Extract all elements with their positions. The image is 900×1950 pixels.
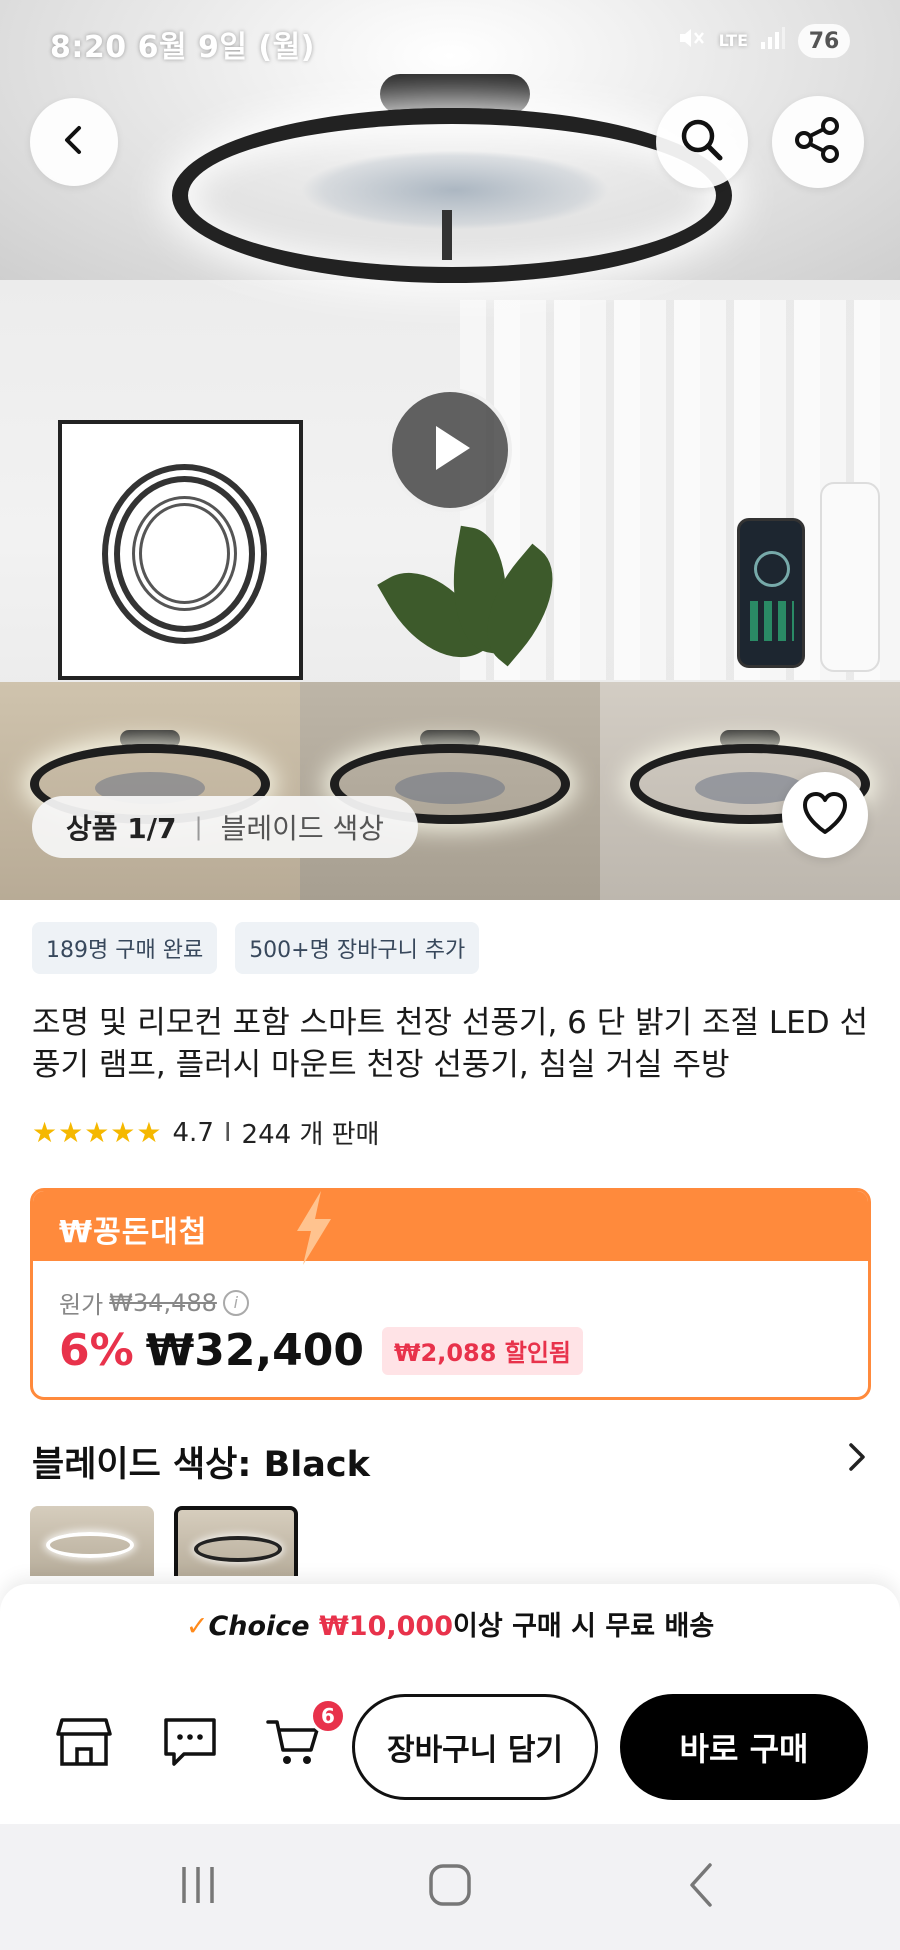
chat-button[interactable] (158, 1712, 222, 1776)
fan-rod (442, 210, 452, 260)
deal-header: ₩꽁돈대첩 (33, 1191, 868, 1265)
store-button[interactable] (52, 1712, 116, 1776)
recent-apps-icon (176, 1863, 220, 1911)
discount-percent: 6% (59, 1325, 134, 1376)
sold-count: 244 개 판매 (241, 1120, 380, 1150)
original-price-row: 원가 ₩34,488 i (59, 1285, 249, 1320)
swatch-black-selected[interactable] (174, 1506, 298, 1576)
play-video-button[interactable] (388, 388, 512, 512)
sale-price: ₩32,400 (145, 1325, 365, 1376)
status-time: 8:20 6월 9일 (월) (50, 30, 315, 65)
share-icon (792, 114, 844, 170)
play-icon (424, 420, 476, 480)
search-icon (677, 115, 727, 169)
cart-count-badge: 6 (310, 1698, 346, 1734)
gallery-option-label: 블레이드 색상 (220, 812, 385, 845)
cart-add-count-badge: 500+명 장바구니 추가 (235, 922, 480, 974)
chevron-right-icon (846, 1441, 868, 1482)
purchase-bottom-sheet: ✓Choice ₩10,000이상 구매 시 무료 배송 6 장바구니 담기 바… (0, 1584, 900, 1824)
option-selector-row[interactable]: 블레이드 색상: Black (32, 1436, 868, 1487)
swatch-white[interactable] (30, 1506, 154, 1576)
wall-art-frame (58, 420, 303, 680)
price-row: 6% ₩32,400 ₩2,088 할인됨 (59, 1325, 584, 1376)
original-price-label: 원가 (59, 1291, 104, 1319)
swatch-ring (46, 1532, 134, 1558)
pager-divider: | (194, 813, 203, 841)
thumb-blade (395, 772, 505, 804)
share-button[interactable] (772, 96, 864, 188)
heart-icon (800, 790, 850, 840)
network-type: LTE (718, 31, 748, 50)
checkmark-icon: ✓ (185, 1611, 209, 1642)
system-navigation-bar (0, 1824, 900, 1950)
thumbnail-image (0, 682, 300, 900)
social-proof-badges: 189명 구매 완료 500+명 장바구니 추가 (32, 922, 480, 974)
chat-icon (162, 1716, 218, 1772)
app-dial (754, 551, 790, 587)
mute-icon (677, 25, 707, 57)
buy-now-button[interactable]: 바로 구매 (620, 1694, 868, 1800)
shipping-text: 이상 구매 시 무료 배송 (453, 1611, 715, 1642)
option-label: 블레이드 색상: Black (32, 1445, 370, 1485)
signal-icon (760, 26, 786, 56)
home-button[interactable] (410, 1854, 490, 1920)
app-keys (750, 601, 794, 641)
deal-price-box: ₩꽁돈대첩 원가 ₩34,488 i 6% ₩32,400 ₩2,088 할인됨 (30, 1188, 871, 1400)
store-icon (56, 1716, 112, 1772)
gallery-page-count: 상품 1/7 (66, 812, 177, 845)
system-back-button[interactable] (662, 1854, 742, 1920)
fan-blades (300, 150, 610, 230)
battery-indicator: 76 (798, 24, 850, 58)
add-to-cart-button[interactable]: 장바구니 담기 (352, 1694, 598, 1800)
option-swatches (30, 1506, 298, 1576)
smartphone-app-image (737, 518, 805, 668)
swatch-ring (194, 1536, 282, 1562)
action-bar: 6 장바구니 담기 바로 구매 (0, 1690, 900, 1800)
rating-value: 4.7 (172, 1117, 214, 1148)
wall-art-swirl-inner (132, 496, 237, 611)
product-title: 조명 및 리모컨 포함 스마트 천장 선풍기, 6 단 밝기 조절 LED 선풍… (32, 1005, 868, 1083)
savings-badge: ₩2,088 할인됨 (382, 1326, 584, 1375)
status-bar: 8:20 6월 9일 (월) LTE 76 (0, 0, 900, 84)
info-icon[interactable]: i (222, 1289, 249, 1316)
image-thumbnail-strip (0, 682, 900, 900)
free-shipping-banner: ✓Choice ₩10,000이상 구매 시 무료 배송 (0, 1604, 900, 1643)
original-price: ₩34,488 (109, 1288, 217, 1317)
gallery-pager: 상품 1/7 | 블레이드 색상 (32, 796, 419, 858)
star-rating-icon: ★★★★★ (32, 1116, 163, 1149)
deal-tag: ₩꽁돈대첩 (59, 1215, 208, 1250)
wishlist-button[interactable] (782, 772, 868, 858)
status-icons: LTE 76 (677, 24, 850, 58)
home-icon (426, 1861, 474, 1913)
purchase-count-badge: 189명 구매 완료 (32, 922, 218, 974)
back-button[interactable] (30, 98, 118, 186)
rating-row[interactable]: ★★★★★ 4.7 I 244 개 판매 (32, 1114, 379, 1151)
chevron-left-icon (57, 123, 91, 161)
thumbnail-image (300, 682, 600, 900)
recent-apps-button[interactable] (158, 1854, 238, 1920)
plant-decoration (377, 520, 579, 681)
search-button[interactable] (656, 96, 748, 188)
remote-control-image (820, 482, 880, 672)
rating-divider: I (223, 1117, 232, 1148)
choice-label: Choice (208, 1611, 310, 1642)
lightning-icon (291, 1191, 337, 1277)
back-arrow-icon (684, 1861, 720, 1913)
shipping-threshold: ₩10,000 (319, 1611, 453, 1642)
